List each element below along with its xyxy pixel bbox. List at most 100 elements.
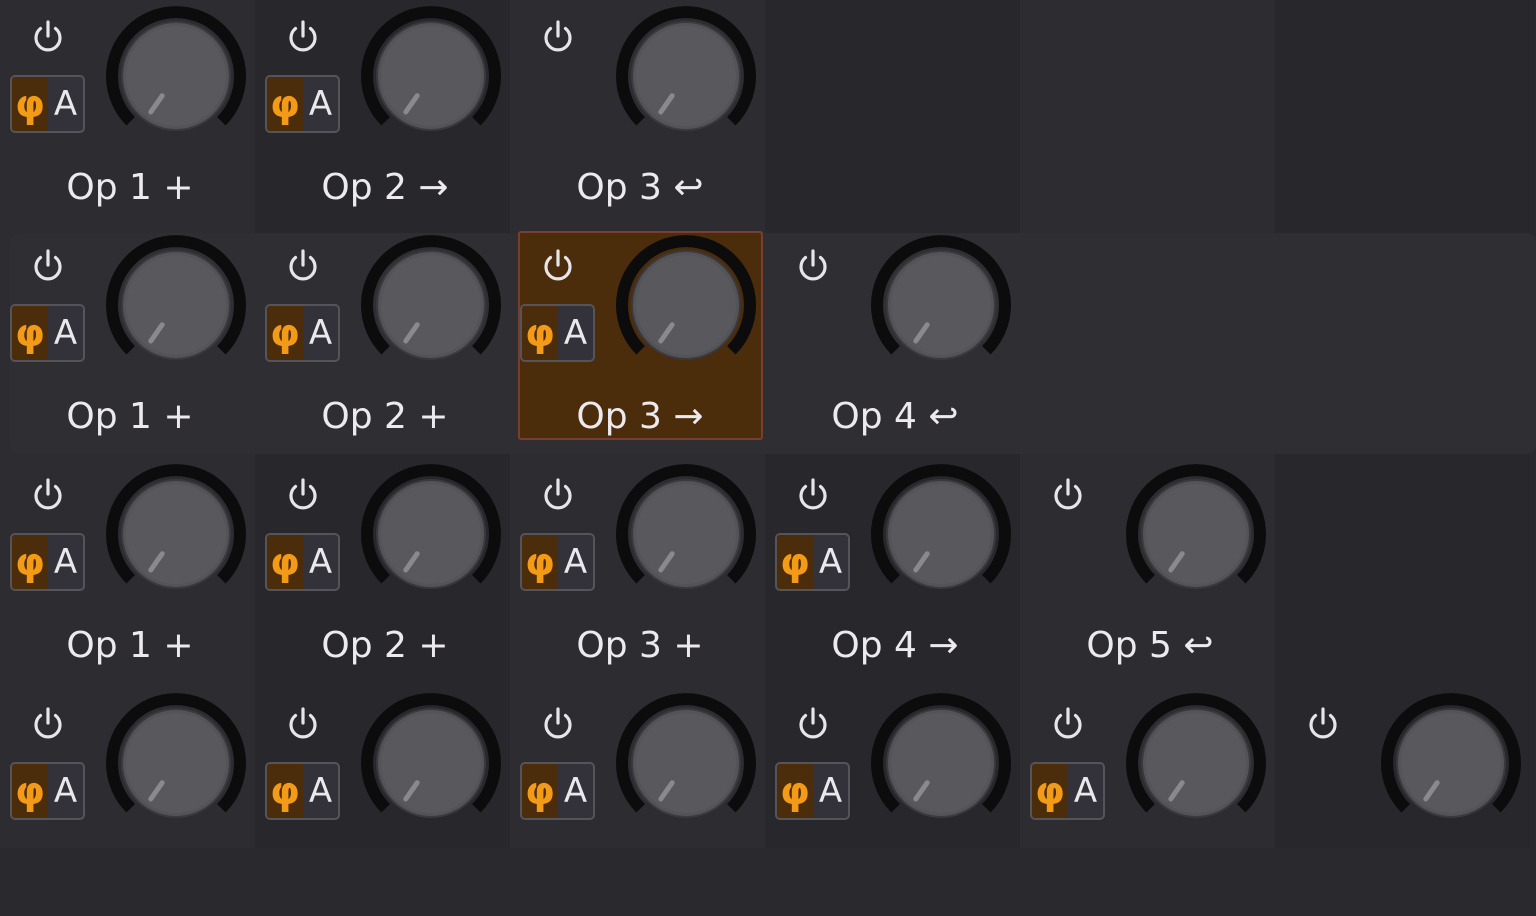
power-icon[interactable]	[283, 475, 323, 515]
phase-amplitude-toggle[interactable]: φA	[520, 533, 595, 591]
phase-option[interactable]: φ	[267, 764, 303, 818]
amplitude-option[interactable]: A	[1068, 764, 1103, 818]
phase-option[interactable]: φ	[12, 77, 48, 131]
amplitude-option[interactable]: A	[558, 306, 593, 360]
phase-option[interactable]: φ	[777, 764, 813, 818]
modulation-knob[interactable]	[867, 460, 1015, 608]
operator-cell[interactable]: φ A Op 4 →	[765, 458, 1020, 687]
amplitude-option[interactable]: A	[558, 535, 593, 589]
operator-cell[interactable]: φA	[255, 687, 510, 916]
amplitude-option[interactable]: A	[303, 764, 338, 818]
modulation-knob[interactable]	[867, 689, 1015, 837]
power-icon[interactable]	[28, 475, 68, 515]
amplitude-option[interactable]: A	[813, 535, 848, 589]
phase-option[interactable]: φ	[522, 306, 558, 360]
operator-label: Op 4 →	[831, 625, 959, 666]
modulation-knob[interactable]	[357, 460, 505, 608]
operator-cell[interactable]: φ A Op 2 →	[255, 0, 510, 229]
phase-amplitude-toggle[interactable]: φA	[775, 533, 850, 591]
modulation-knob[interactable]	[102, 231, 250, 379]
phase-amplitude-toggle[interactable]: φA	[10, 75, 85, 133]
phase-amplitude-toggle[interactable]: φA	[265, 304, 340, 362]
operator-cell[interactable]: φA	[765, 687, 1020, 916]
operator-cell[interactable]	[1275, 687, 1530, 916]
phase-amplitude-toggle[interactable]: φA	[10, 533, 85, 591]
phase-option[interactable]: φ	[12, 535, 48, 589]
power-icon[interactable]	[28, 246, 68, 286]
power-icon[interactable]	[283, 704, 323, 744]
phase-amplitude-toggle[interactable]: φA	[265, 75, 340, 133]
amplitude-option[interactable]: A	[48, 764, 83, 818]
operator-cell[interactable]: φ A Op 1 +	[0, 458, 255, 687]
modulation-knob[interactable]	[102, 2, 250, 150]
operator-cell[interactable]: φA	[510, 687, 765, 916]
power-icon[interactable]	[283, 17, 323, 57]
operator-cell[interactable]: φ A Op 3 +	[510, 458, 765, 687]
amplitude-option[interactable]: A	[48, 77, 83, 131]
phase-option[interactable]: φ	[522, 764, 558, 818]
amplitude-option[interactable]: A	[558, 764, 593, 818]
power-icon[interactable]	[283, 246, 323, 286]
amplitude-option[interactable]: A	[813, 764, 848, 818]
phase-option[interactable]: φ	[12, 764, 48, 818]
phase-amplitude-toggle[interactable]: φA	[1030, 762, 1105, 820]
power-icon[interactable]	[793, 704, 833, 744]
amplitude-option[interactable]: A	[303, 77, 338, 131]
modulation-knob[interactable]	[102, 460, 250, 608]
operator-label: Op 3 ↩	[576, 167, 704, 208]
modulation-knob[interactable]	[357, 2, 505, 150]
power-icon[interactable]	[1048, 475, 1088, 515]
phase-option[interactable]: φ	[1032, 764, 1068, 818]
phase-option[interactable]: φ	[267, 306, 303, 360]
phase-option[interactable]: φ	[777, 535, 813, 589]
power-icon[interactable]	[538, 17, 578, 57]
amplitude-option[interactable]: A	[48, 535, 83, 589]
operator-label	[1030, 852, 1270, 898]
operator-cell[interactable]: φ A Op 1 +	[0, 229, 255, 458]
phase-amplitude-toggle[interactable]: φA	[520, 762, 595, 820]
phase-amplitude-toggle[interactable]: φA	[265, 533, 340, 591]
operator-label: Op 1 +	[66, 396, 194, 437]
operator-cell[interactable]: Op 5 ↩	[1020, 458, 1275, 687]
amplitude-option[interactable]: A	[48, 306, 83, 360]
phase-option[interactable]: φ	[522, 535, 558, 589]
operator-cell[interactable]: φA	[0, 687, 255, 916]
phase-option[interactable]: φ	[12, 306, 48, 360]
phase-amplitude-toggle[interactable]: φA	[10, 762, 85, 820]
power-icon[interactable]	[538, 475, 578, 515]
operator-cell[interactable]: φ A Op 3 →	[510, 229, 765, 458]
modulation-knob[interactable]	[612, 231, 760, 379]
modulation-knob[interactable]	[1122, 460, 1270, 608]
operator-cell[interactable]: Op 3 ↩	[510, 0, 765, 229]
modulation-knob[interactable]	[1377, 689, 1525, 837]
modulation-knob[interactable]	[357, 689, 505, 837]
power-icon[interactable]	[793, 246, 833, 286]
power-icon[interactable]	[538, 704, 578, 744]
modulation-knob[interactable]	[1122, 689, 1270, 837]
amplitude-option[interactable]: A	[303, 535, 338, 589]
power-icon[interactable]	[1303, 704, 1343, 744]
power-icon[interactable]	[538, 246, 578, 286]
operator-cell[interactable]: φ A Op 2 +	[255, 458, 510, 687]
phase-option[interactable]: φ	[267, 77, 303, 131]
operator-cell[interactable]: φ A Op 2 +	[255, 229, 510, 458]
power-icon[interactable]	[1048, 704, 1088, 744]
phase-amplitude-toggle[interactable]: φA	[10, 304, 85, 362]
phase-amplitude-toggle[interactable]: φA	[520, 304, 595, 362]
operator-cell[interactable]: φA	[1020, 687, 1275, 916]
operator-cell[interactable]: φ A Op 1 +	[0, 0, 255, 229]
modulation-knob[interactable]	[612, 460, 760, 608]
power-icon[interactable]	[793, 475, 833, 515]
modulation-knob[interactable]	[612, 2, 760, 150]
phase-amplitude-toggle[interactable]: φA	[265, 762, 340, 820]
power-icon[interactable]	[28, 704, 68, 744]
amplitude-option[interactable]: A	[303, 306, 338, 360]
operator-cell[interactable]: Op 4 ↩	[765, 229, 1020, 458]
phase-amplitude-toggle[interactable]: φA	[775, 762, 850, 820]
modulation-knob[interactable]	[357, 231, 505, 379]
phase-option[interactable]: φ	[267, 535, 303, 589]
power-icon[interactable]	[28, 17, 68, 57]
modulation-knob[interactable]	[102, 689, 250, 837]
modulation-knob[interactable]	[612, 689, 760, 837]
modulation-knob[interactable]	[867, 231, 1015, 379]
